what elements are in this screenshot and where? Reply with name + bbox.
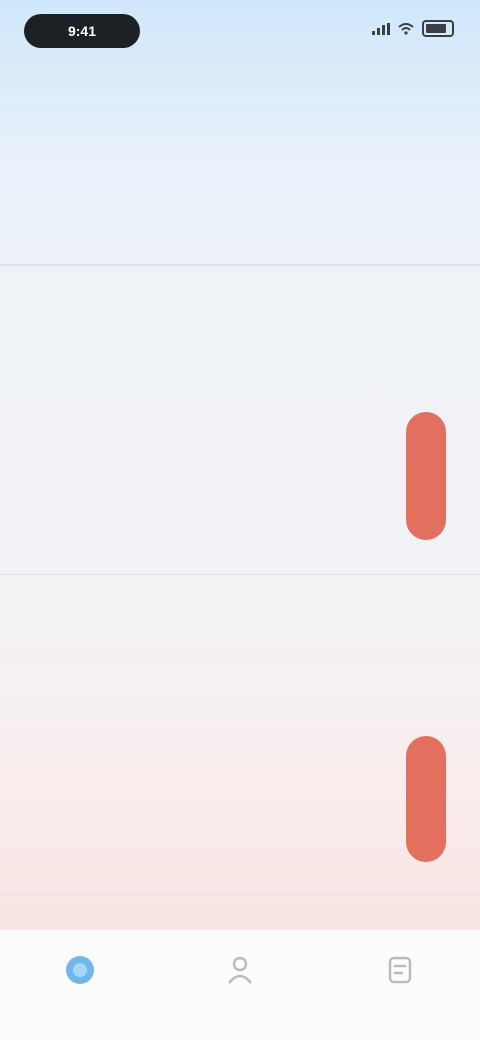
- tab-home[interactable]: [30, 950, 130, 996]
- status-time-pill: 9:41: [24, 14, 140, 48]
- person-icon: [220, 950, 260, 990]
- status-bar: 9:41: [0, 0, 480, 64]
- signal-icon: [372, 22, 390, 35]
- chart-bar[interactable]: [406, 736, 446, 862]
- tab-profile[interactable]: [190, 950, 290, 996]
- chart-axis: [0, 534, 480, 575]
- header: [0, 64, 480, 114]
- status-icons: [372, 20, 454, 37]
- chart-bar[interactable]: [406, 412, 446, 540]
- date-strip: [0, 200, 480, 266]
- circle-icon: [60, 950, 100, 990]
- battery-icon: [422, 20, 454, 37]
- tab-bar: [0, 930, 480, 1040]
- wifi-icon: [398, 22, 414, 35]
- chart-card: [0, 626, 480, 906]
- chart-axis: [0, 854, 480, 895]
- tab-list[interactable]: [350, 950, 450, 996]
- list-icon: [380, 950, 420, 990]
- status-time: 9:41: [67, 23, 97, 39]
- chart-card: [0, 304, 480, 584]
